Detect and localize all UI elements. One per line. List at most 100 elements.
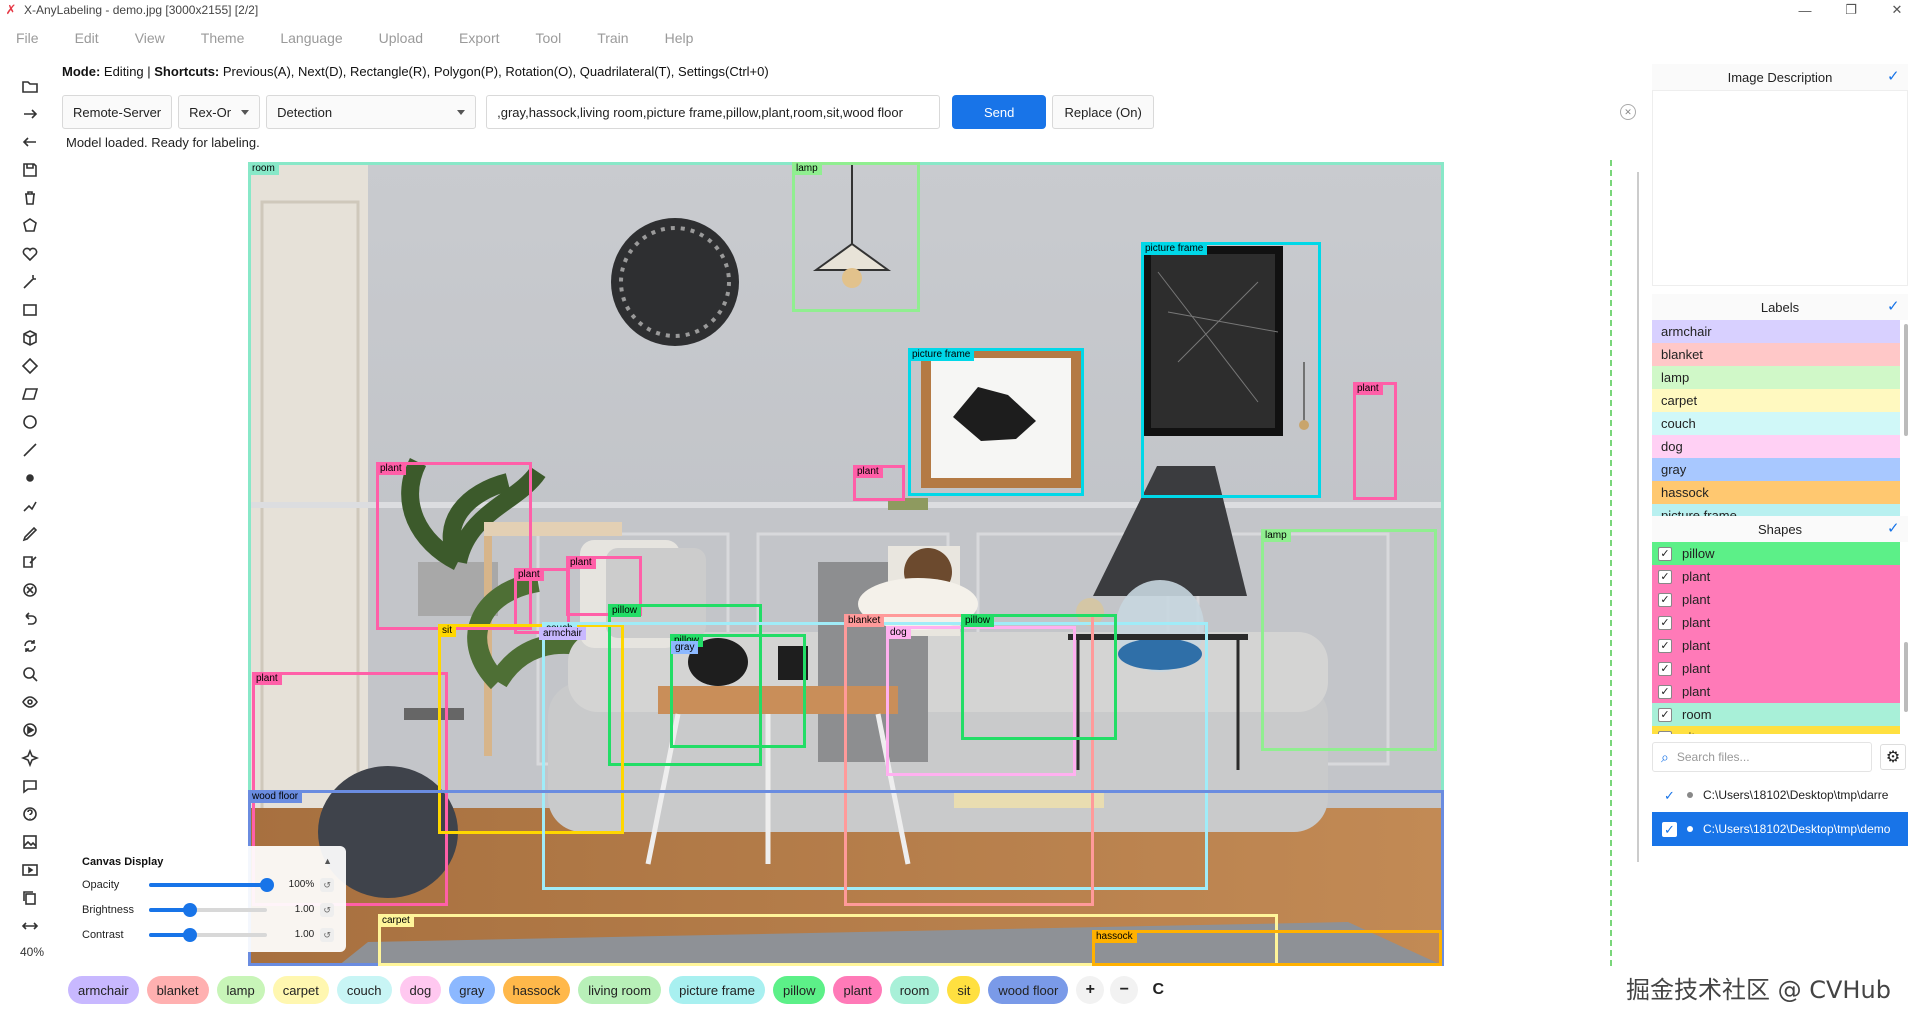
bbox-plant[interactable]: plant [1353,382,1397,500]
server-button[interactable]: Remote-Server [62,95,173,129]
chip-blanket[interactable]: blanket [146,976,209,1004]
prev-image-icon[interactable] [14,128,46,156]
chip-picture-frame[interactable]: picture frame [669,976,765,1004]
chip-room[interactable]: room [889,976,940,1004]
checkbox-icon[interactable]: ✓ [1662,787,1677,803]
image-icon[interactable] [14,828,46,856]
menu-train[interactable]: Train [597,30,628,46]
polygon-icon[interactable] [14,212,46,240]
menu-help[interactable]: Help [665,30,694,46]
replace-button[interactable]: Replace (On) [1052,95,1155,129]
send-button[interactable]: Send [952,95,1047,129]
shape-item[interactable]: ✓ pillow [1652,542,1900,565]
chip-plant[interactable]: plant [833,976,882,1004]
shape-item[interactable]: ✓ room [1652,703,1900,726]
menu-file[interactable]: File [16,30,39,46]
shape-item[interactable]: ✓ plant [1652,588,1900,611]
checkbox-icon[interactable]: ✓ [1662,821,1677,837]
search-input[interactable]: ⌕ Search files... [1652,742,1872,772]
rectangle-icon[interactable] [14,296,46,324]
shape-item[interactable]: ✓ plant [1652,611,1900,634]
reset-icon[interactable]: ↺ [320,927,334,942]
auto-label-icon[interactable] [14,660,46,688]
reset-icon[interactable]: ↺ [320,877,334,892]
image-description-field[interactable] [1652,90,1908,286]
clear-icon[interactable]: ✕ [1620,104,1636,120]
label-item[interactable]: armchair [1652,320,1900,343]
label-item[interactable]: lamp [1652,366,1900,389]
reset-icon[interactable]: ↺ [320,902,334,917]
remove-label-button[interactable]: − [1110,976,1139,1004]
check-icon[interactable]: ✓ [1658,684,1672,699]
open-folder-icon[interactable] [14,72,46,100]
chip-gray[interactable]: gray [449,976,495,1004]
label-item[interactable]: dog [1652,435,1900,458]
menu-tool[interactable]: Tool [536,30,562,46]
delete-file-icon[interactable] [14,184,46,212]
help-icon[interactable] [14,800,46,828]
bbox-plant[interactable]: plant [853,465,905,501]
menu-upload[interactable]: Upload [379,30,423,46]
bbox-lamp[interactable]: lamp [1261,529,1437,751]
shapes-scrollbar[interactable] [1904,642,1908,712]
chip-living-room[interactable]: living room [578,976,662,1004]
bbox-gray[interactable]: gray [671,641,714,664]
menu-view[interactable]: View [135,30,165,46]
bbox-picture-frame[interactable]: picture frame [908,348,1084,496]
video-icon[interactable] [14,856,46,884]
check-icon[interactable]: ✓ [1658,569,1672,584]
check-icon[interactable]: ✓ [1658,730,1672,734]
check-icon[interactable]: ✓ [1658,661,1672,676]
shape-item[interactable]: ✓ sit [1652,726,1900,734]
labels-scrollbar[interactable] [1904,324,1908,436]
save-icon[interactable] [14,156,46,184]
magic-wand-icon[interactable] [14,268,46,296]
undo-icon[interactable] [14,604,46,632]
rotation-icon[interactable] [14,352,46,380]
bbox-picture-frame[interactable]: picture frame [1141,242,1321,498]
quadrilateral-icon[interactable] [14,380,46,408]
chat-icon[interactable] [14,772,46,800]
chip-lamp[interactable]: lamp [216,976,265,1004]
bbox-hassock[interactable]: hassock [1092,930,1442,966]
heart-shape-icon[interactable] [14,240,46,268]
bbox-pillow[interactable]: pillow [961,614,1117,740]
bbox-armchair[interactable]: armchair [539,627,688,642]
chip-carpet[interactable]: carpet [272,976,329,1004]
check-icon[interactable]: ✓ [1658,592,1672,607]
bbox-plant[interactable]: plant [376,462,532,630]
menu-language[interactable]: Language [280,30,342,46]
checkbox-icon[interactable]: ✓ [1887,521,1902,536]
checkbox-icon[interactable]: ✓ [1887,69,1902,84]
opacity-slider[interactable] [148,877,274,892]
chip-dog[interactable]: dog [399,976,442,1004]
chip-wood-floor[interactable]: wood floor [988,976,1069,1004]
contrast-slider[interactable] [148,927,267,942]
minimize-button[interactable]: — [1782,0,1828,20]
chip-sit[interactable]: sit [947,976,981,1004]
line-icon[interactable] [14,436,46,464]
cancel-icon[interactable] [14,576,46,604]
copy-icon[interactable] [14,884,46,912]
next-image-icon[interactable] [14,100,46,128]
shape-item[interactable]: ✓ plant [1652,565,1900,588]
point-icon[interactable] [14,464,46,492]
label-item[interactable]: carpet [1652,389,1900,412]
check-icon[interactable]: ✓ [1658,638,1672,653]
play-icon[interactable] [14,716,46,744]
check-icon[interactable]: ✓ [1658,546,1672,561]
task-select[interactable]: Detection [266,95,477,129]
menu-export[interactable]: Export [459,30,499,46]
shape-item[interactable]: ✓ plant [1652,657,1900,680]
shape-item[interactable]: ✓ plant [1652,680,1900,703]
label-item[interactable]: gray [1652,458,1900,481]
brush-icon[interactable] [14,520,46,548]
clear-labels-button[interactable]: C [1144,976,1173,1004]
checkbox-icon[interactable]: ✓ [1887,299,1902,314]
collapse-icon[interactable]: ▲ [323,856,332,866]
add-label-button[interactable]: + [1076,976,1105,1004]
edit-icon[interactable] [14,548,46,576]
chip-armchair[interactable]: armchair [68,976,139,1004]
maximize-button[interactable]: ❐ [1828,0,1874,20]
circle-icon[interactable] [14,408,46,436]
